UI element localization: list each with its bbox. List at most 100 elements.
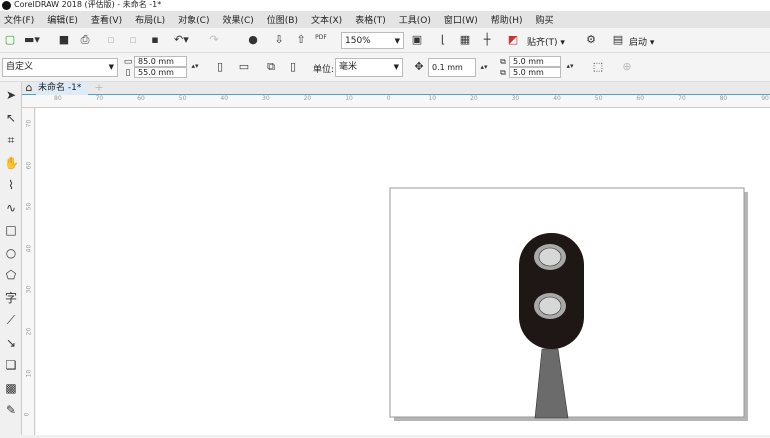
show-grid-icon[interactable]: ▦: [458, 33, 472, 47]
ruler-h-label: 60: [137, 95, 145, 102]
drop-shadow-tool-icon[interactable]: ❏: [4, 358, 18, 372]
menu-file[interactable]: 文件(F): [4, 13, 34, 26]
zoom-level-select[interactable]: 150% ▼: [341, 32, 404, 49]
page-height-icon: ▯: [125, 68, 131, 78]
current-page-icon[interactable]: ▯: [286, 60, 300, 74]
snap-off-icon[interactable]: ◩: [506, 33, 520, 47]
drawing-canvas[interactable]: [36, 108, 770, 435]
page-height-input[interactable]: 55.0 mm: [134, 67, 187, 78]
signal-lamp-top[interactable]: [538, 247, 562, 267]
parallel-dimension-tool-icon[interactable]: ⟋: [4, 313, 18, 327]
units-select[interactable]: 毫米 ▼: [335, 58, 403, 77]
import-icon[interactable]: ⇩: [272, 33, 286, 47]
horizontal-ruler[interactable]: 80 70 60 50 40 30 20 10 0 10 20 30 40 50 60 70 80 90: [22, 95, 770, 108]
connector-tool-icon[interactable]: ↘: [4, 336, 18, 350]
undo-icon[interactable]: ↶▾: [174, 33, 189, 47]
nudge-icon: ✥: [414, 60, 424, 73]
menu-view[interactable]: 查看(V): [91, 13, 122, 26]
landscape-icon[interactable]: ▭: [237, 60, 251, 74]
print-icon[interactable]: ⎙: [78, 33, 92, 47]
transparency-tool-icon[interactable]: ▩: [4, 381, 18, 395]
size-spinner-icon[interactable]: ▴▾: [188, 59, 202, 73]
duplicate-spinner-icon[interactable]: ▴▾: [563, 59, 577, 73]
ellipse-tool-icon[interactable]: ○: [4, 246, 18, 260]
duplicate-y-input[interactable]: 5.0 mm: [509, 67, 561, 78]
export-icon[interactable]: ⇧: [294, 33, 308, 47]
polygon-tool-icon[interactable]: ⬠: [4, 268, 18, 282]
page-width-input[interactable]: 85.0 mm: [134, 56, 187, 67]
ruler-h-label: 40: [220, 95, 229, 102]
page-size-select[interactable]: 自定义 ▼: [2, 58, 118, 77]
duplicate-y-icon: ⧉: [500, 68, 506, 77]
new-document-icon[interactable]: ▢: [3, 33, 17, 47]
coreldraw-logo-icon: [2, 1, 11, 10]
show-rulers-icon[interactable]: ⌊: [436, 33, 450, 47]
paste-icon[interactable]: ▪: [148, 33, 162, 47]
crop-tool-icon[interactable]: ⌗: [4, 133, 18, 147]
menu-edit[interactable]: 编辑(E): [47, 13, 78, 26]
window-title: CorelDRAW 2018 (评估版) - 未命名 -1*: [14, 0, 162, 9]
nudge-distance-input[interactable]: 0.1 mm: [428, 58, 476, 77]
color-eyedropper-tool-icon[interactable]: ✎: [4, 403, 18, 417]
menu-tools[interactable]: 工具(O): [399, 13, 431, 26]
ruler-h-label: 50: [594, 95, 603, 102]
treat-as-filled-icon[interactable]: ⬚: [591, 60, 605, 74]
text-tool-icon[interactable]: 字: [4, 291, 18, 305]
document-tab[interactable]: 未命名 -1*: [36, 82, 88, 95]
menu-window[interactable]: 窗口(W): [444, 13, 478, 26]
ruler-h-label: 30: [511, 95, 520, 102]
document-tab-bar: ⌂ 未命名 -1* +: [22, 81, 770, 95]
chevron-down-icon: ▼: [393, 63, 399, 71]
cut-icon[interactable]: ▫: [104, 33, 118, 47]
full-screen-icon[interactable]: ▣: [410, 33, 424, 47]
add-preset-icon[interactable]: ⊕: [620, 60, 634, 74]
launch-icon[interactable]: ▤: [611, 33, 625, 47]
ruler-h-label: 10: [428, 95, 437, 102]
show-guidelines-icon[interactable]: ┼: [480, 33, 494, 47]
new-tab-plus-icon[interactable]: +: [92, 81, 106, 95]
ruler-h-label: 30: [262, 95, 270, 102]
all-pages-icon[interactable]: ⧉: [264, 60, 278, 74]
vertical-ruler[interactable]: 70 60 50 40 30 20 10 0: [22, 108, 35, 435]
ruler-h-label: 20: [303, 95, 312, 102]
open-icon[interactable]: ▬▾: [24, 33, 40, 47]
duplicate-x-input[interactable]: 5.0 mm: [509, 56, 561, 67]
portrait-icon[interactable]: ▯: [213, 60, 227, 74]
freehand-tool-icon[interactable]: ⌇: [4, 178, 18, 192]
launch-label: 启动: [629, 38, 648, 48]
ruler-h-label: 40: [553, 95, 561, 102]
pick-tool-icon[interactable]: ➤: [4, 88, 18, 102]
snap-to-dropdown[interactable]: 贴齐(T) ▾: [527, 35, 565, 48]
freehand-pick-tool-icon[interactable]: ↖: [4, 111, 18, 125]
redo-icon[interactable]: ↷: [207, 33, 221, 47]
ruler-v-label: 70: [25, 119, 33, 128]
welcome-home-icon[interactable]: ⌂: [22, 81, 36, 95]
zoom-value: 150%: [345, 36, 371, 46]
nudge-spinner-icon[interactable]: ▴▾: [477, 60, 491, 74]
signal-lamp-bottom[interactable]: [538, 296, 562, 316]
menu-help[interactable]: 帮助(H): [491, 13, 523, 26]
save-icon[interactable]: ■: [57, 33, 71, 47]
menu-bitmaps[interactable]: 位图(B): [267, 13, 298, 26]
ruler-h-label: 80: [719, 95, 728, 102]
chevron-down-icon: ▼: [108, 63, 114, 71]
rectangle-tool-icon[interactable]: □: [4, 223, 18, 237]
menu-object[interactable]: 对象(C): [178, 13, 209, 26]
menu-text[interactable]: 文本(X): [311, 13, 342, 26]
pan-tool-icon[interactable]: ✋: [4, 156, 19, 170]
options-gear-icon[interactable]: ⚙: [584, 33, 598, 47]
ruler-v-label: 60: [25, 161, 33, 169]
menu-effects[interactable]: 效果(C): [222, 13, 253, 26]
artistic-media-tool-icon[interactable]: ∿: [4, 201, 18, 215]
ruler-h-label: 10: [345, 95, 353, 102]
ruler-v-label: 40: [25, 244, 33, 253]
ruler-h-label: 70: [95, 95, 104, 102]
publish-pdf-icon[interactable]: PDF: [314, 31, 328, 45]
search-content-icon[interactable]: ●: [246, 33, 260, 47]
launch-dropdown[interactable]: 启动 ▾: [629, 35, 654, 48]
menu-buy[interactable]: 购买: [536, 13, 554, 26]
menu-layout[interactable]: 布局(L): [135, 13, 165, 26]
standard-toolbar: ▢ ▬▾ ■ ⎙ ▫ ▫ ▪ ↶▾ ↷ ● ⇩ ⇧ PDF 150% ▼ ▣ ⌊ …: [0, 28, 770, 53]
menu-table[interactable]: 表格(T): [355, 13, 386, 26]
copy-icon[interactable]: ▫: [126, 33, 140, 47]
